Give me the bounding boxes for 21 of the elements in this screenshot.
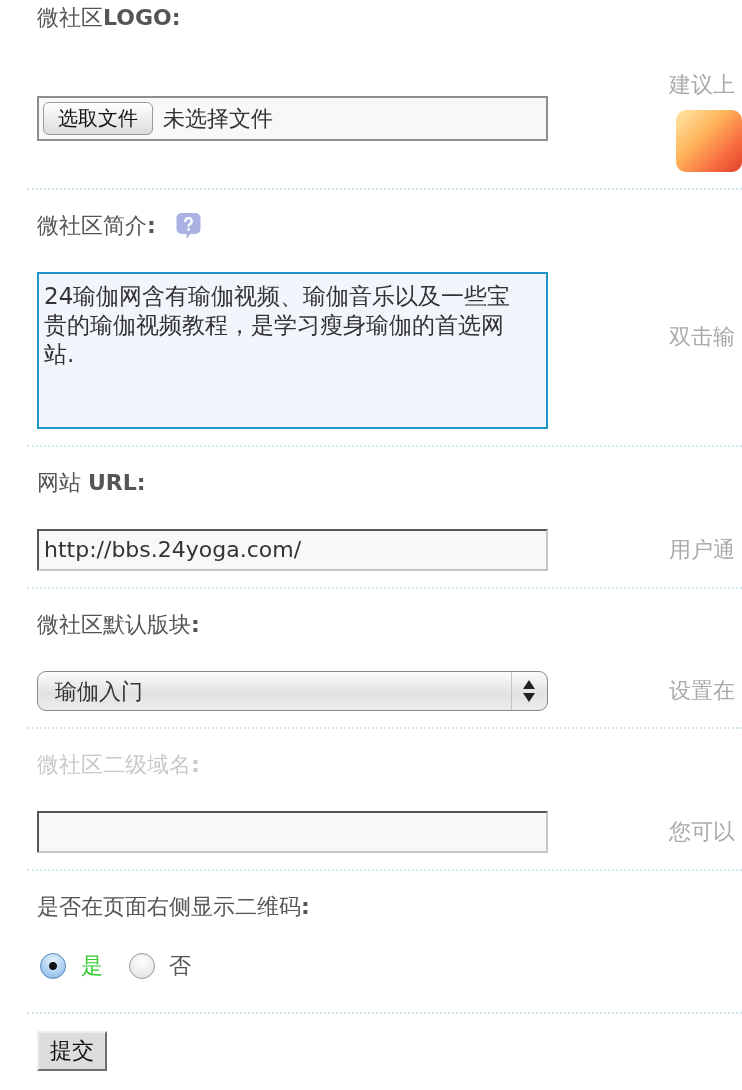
select-arrows-icon <box>523 680 535 702</box>
field-label: 微社区简介: <box>37 213 156 239</box>
textarea-field[interactable]: 24瑜伽网含有瑜伽视频、瑜伽音乐以及一些宝贵的瑜伽视频教程，是学习瘦身瑜伽的首选网站. <box>37 272 548 429</box>
select-field[interactable]: 瑜伽入门 <box>37 671 548 711</box>
hint-text: 用户通 <box>669 537 735 563</box>
radio-button[interactable] <box>129 953 155 979</box>
field-label: 网站 URL: <box>37 470 146 496</box>
radio-label[interactable]: 否 <box>169 953 191 979</box>
field-label: 是否在页面右侧显示二维码: <box>37 894 310 920</box>
hint-text: 建议上 <box>669 72 735 98</box>
submit-button[interactable]: 提交 <box>37 1031 107 1071</box>
hint-text: 双击输 <box>669 324 735 350</box>
hint-text: 您可以 <box>669 819 735 845</box>
radio-button[interactable] <box>40 953 66 979</box>
field-label: 微社区默认版块: <box>37 612 200 638</box>
file-status-text: 未选择文件 <box>163 104 273 133</box>
field-label: 微社区LOGO: <box>37 5 181 31</box>
text-input-field[interactable]: http://bbs.24yoga.com/ <box>37 529 548 571</box>
choose-file-button[interactable]: 选取文件 <box>43 101 153 135</box>
hint-text: 设置在 <box>669 678 735 704</box>
file-input-field[interactable]: 选取文件 未选择文件 <box>37 95 548 141</box>
